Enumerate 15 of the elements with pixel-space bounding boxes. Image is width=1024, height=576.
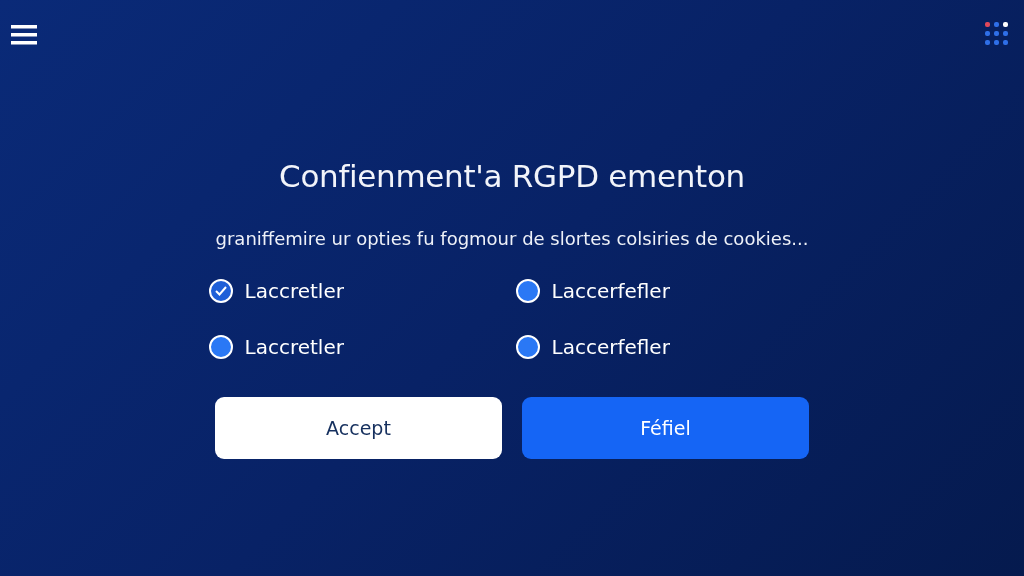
accept-button[interactable]: Accept — [215, 397, 502, 459]
check-icon — [213, 285, 228, 297]
dialog-description: graniffemire ur opties fu fogmour de slortes colsiries de cookies... — [215, 228, 809, 249]
primary-button[interactable]: Féfiel — [522, 397, 809, 459]
option-checkbox[interactable] — [515, 279, 540, 303]
apps-icon[interactable] — [985, 22, 1009, 46]
option-checkbox[interactable] — [208, 279, 233, 303]
option-label: Laccretler — [244, 335, 344, 359]
dialog-title: Confienment'a RGPD ementon — [279, 158, 745, 194]
option-label: Laccerfefler — [551, 335, 670, 359]
option-label: Laccerfefler — [551, 279, 670, 303]
option-checkbox[interactable] — [208, 335, 233, 359]
menu-icon[interactable] — [11, 24, 39, 46]
option-checkbox[interactable] — [515, 335, 540, 359]
option-label: Laccretler — [244, 279, 344, 303]
